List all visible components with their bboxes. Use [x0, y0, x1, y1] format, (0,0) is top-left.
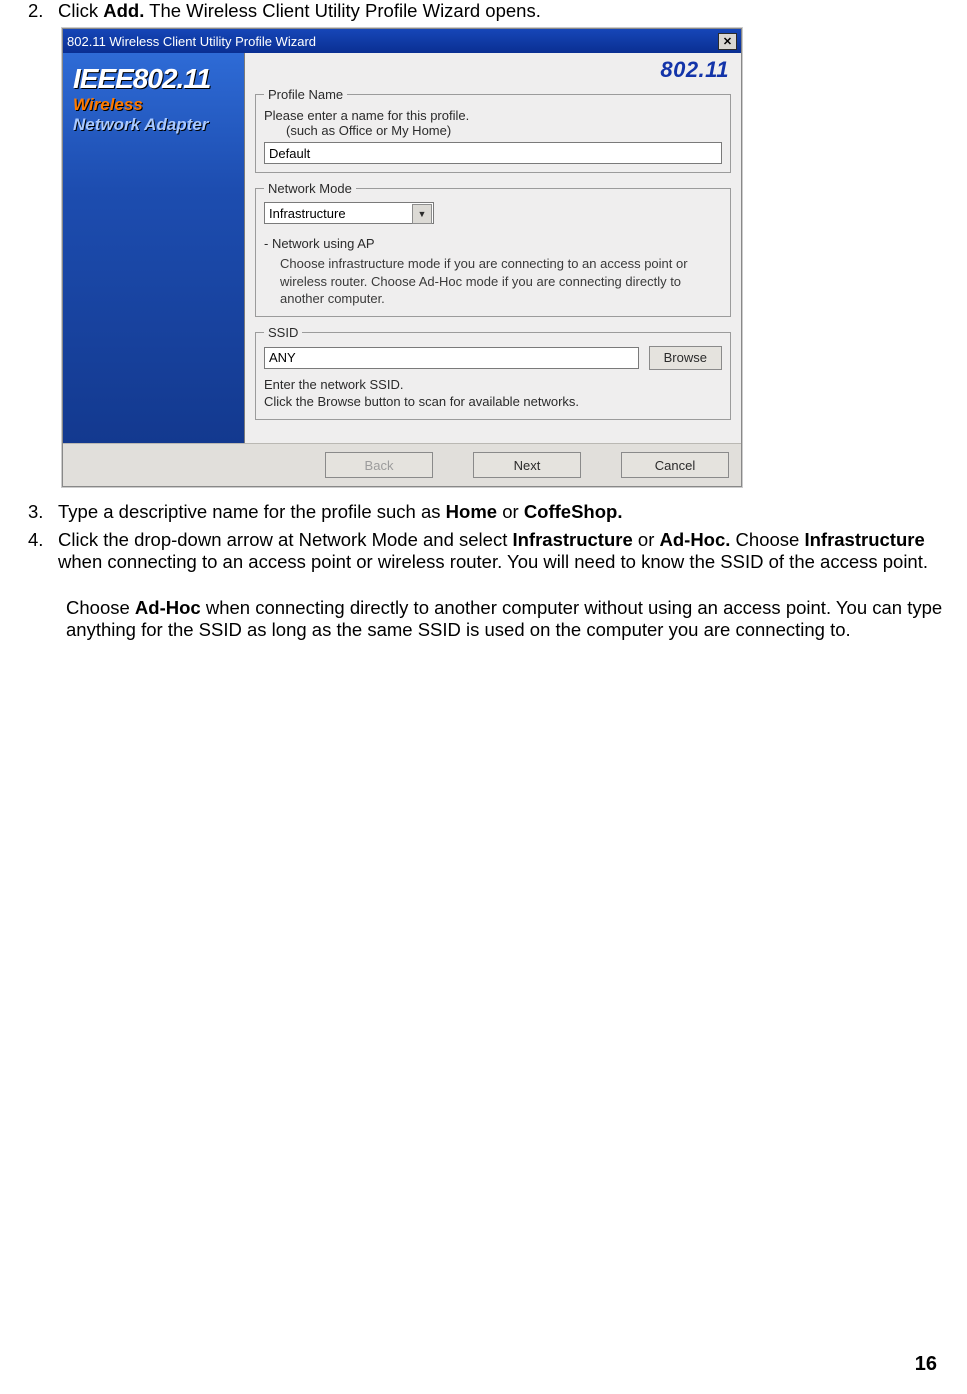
chevron-down-icon[interactable]: ▼: [412, 204, 432, 224]
adhoc-paragraph: Choose Ad-Hoc when connecting directly t…: [66, 597, 949, 641]
profile-name-input[interactable]: [264, 142, 722, 164]
side-netadapter-label: Network Adapter: [63, 115, 244, 135]
step-3: 3. Type a descriptive name for the profi…: [28, 501, 949, 523]
network-mode-fieldset: Network Mode ▼ - Network using AP Choose…: [255, 181, 731, 317]
profile-name-example: (such as Office or My Home): [286, 123, 722, 138]
profile-name-legend: Profile Name: [264, 87, 347, 102]
step-3-body: Type a descriptive name for the profile …: [58, 501, 949, 523]
profile-wizard-dialog: 802.11 Wireless Client Utility Profile W…: [62, 28, 742, 487]
ssid-help-2: Click the Browse button to scan for avai…: [264, 393, 722, 411]
back-button: Back: [325, 452, 433, 478]
side-ieee-label: IEEE802.11: [63, 63, 244, 95]
dialog-main-panel: 802.11 Profile Name Please enter a name …: [245, 53, 741, 443]
step-3-number: 3.: [28, 501, 58, 523]
step-2-body: Click Add. The Wireless Client Utility P…: [58, 0, 949, 22]
dialog-titlebar: 802.11 Wireless Client Utility Profile W…: [63, 29, 741, 53]
step-2: 2. Click Add. The Wireless Client Utilit…: [28, 0, 949, 22]
brand-80211-label: 802.11: [255, 57, 729, 83]
step-4-body: Click the drop-down arrow at Network Mod…: [58, 529, 949, 573]
network-mode-subhead: - Network using AP: [264, 236, 722, 251]
close-icon[interactable]: ✕: [718, 33, 737, 50]
ssid-input[interactable]: [264, 347, 639, 369]
ssid-legend: SSID: [264, 325, 302, 340]
network-mode-desc: Choose infrastructure mode if you are co…: [280, 255, 722, 308]
browse-button[interactable]: Browse: [649, 346, 722, 370]
page-number: 16: [915, 1353, 937, 1376]
step-2-number: 2.: [28, 0, 58, 22]
side-wireless-label: Wireless: [63, 95, 244, 115]
ssid-fieldset: SSID Browse Enter the network SSID. Clic…: [255, 325, 731, 420]
cancel-button[interactable]: Cancel: [621, 452, 729, 478]
network-mode-select[interactable]: ▼: [264, 202, 434, 224]
step-4: 4. Click the drop-down arrow at Network …: [28, 529, 949, 573]
step-4-number: 4.: [28, 529, 58, 573]
dialog-title: 802.11 Wireless Client Utility Profile W…: [67, 34, 316, 49]
network-mode-legend: Network Mode: [264, 181, 356, 196]
dialog-button-bar: Back Next Cancel: [63, 443, 741, 486]
next-button[interactable]: Next: [473, 452, 581, 478]
profile-name-fieldset: Profile Name Please enter a name for thi…: [255, 87, 731, 173]
ssid-help-1: Enter the network SSID.: [264, 376, 722, 394]
dialog-side-panel: IEEE802.11 Wireless Network Adapter: [63, 53, 245, 443]
profile-name-instruction: Please enter a name for this profile.: [264, 108, 722, 123]
network-mode-value[interactable]: [264, 202, 434, 224]
